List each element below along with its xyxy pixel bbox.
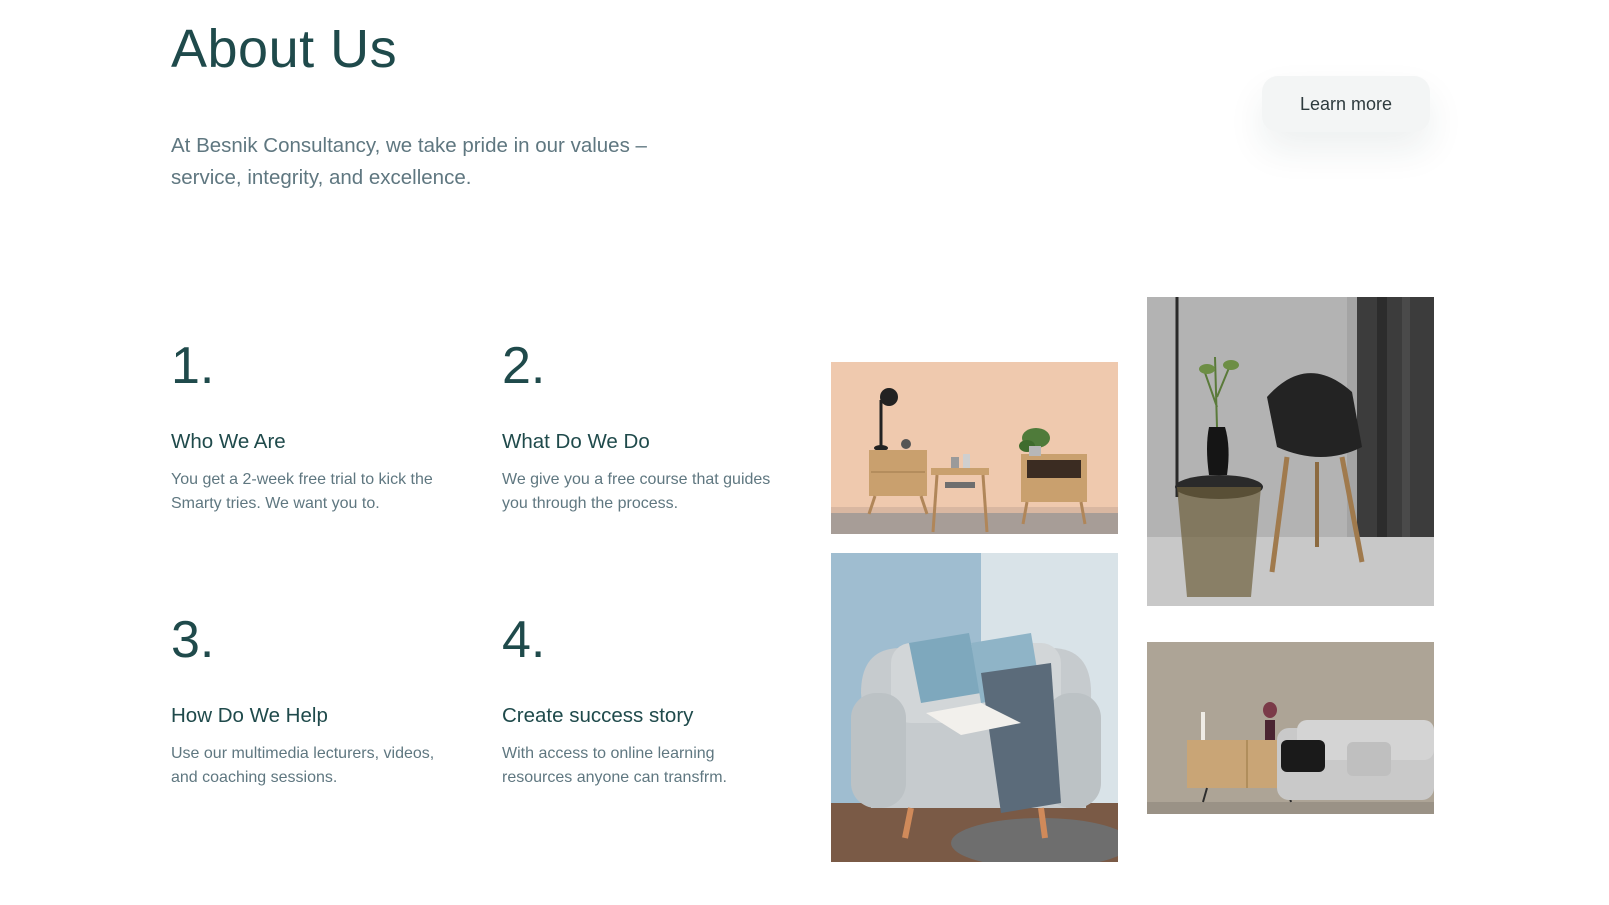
step-title: How Do We Help <box>171 704 328 727</box>
intro-text: At Besnik Consultancy, we take pride in … <box>171 134 647 189</box>
sofa-photo <box>1147 642 1434 814</box>
step-number: 3. <box>171 611 215 669</box>
step-number: 4. <box>502 611 546 669</box>
step-text: Use our multimedia lecturers, videos, an… <box>171 745 435 786</box>
step-item: 4. Create success story With access to o… <box>502 610 782 790</box>
step-item: 3. How Do We Help Use our multimedia lec… <box>171 610 451 790</box>
step-title: Who We Are <box>171 430 286 453</box>
step-title: Create success story <box>502 704 694 727</box>
step-item: 2. What Do We Do We give you a free cour… <box>502 336 782 516</box>
step-title: What Do We Do <box>502 430 650 453</box>
armchair-photo <box>831 553 1118 862</box>
step-item: 1. Who We Are You get a 2-week free tria… <box>171 336 451 516</box>
learn-more-button[interactable]: Learn more <box>1262 76 1430 132</box>
step-text: You get a 2-week free trial to kick the … <box>171 471 433 512</box>
step-text: With access to online learning resources… <box>502 745 727 786</box>
page-title: About Us <box>171 19 398 79</box>
black-chair-photo <box>1147 297 1434 606</box>
step-text: We give you a free course that guides yo… <box>502 471 771 512</box>
side-tables-photo <box>831 362 1118 534</box>
step-number: 1. <box>171 337 215 395</box>
step-number: 2. <box>502 337 546 395</box>
